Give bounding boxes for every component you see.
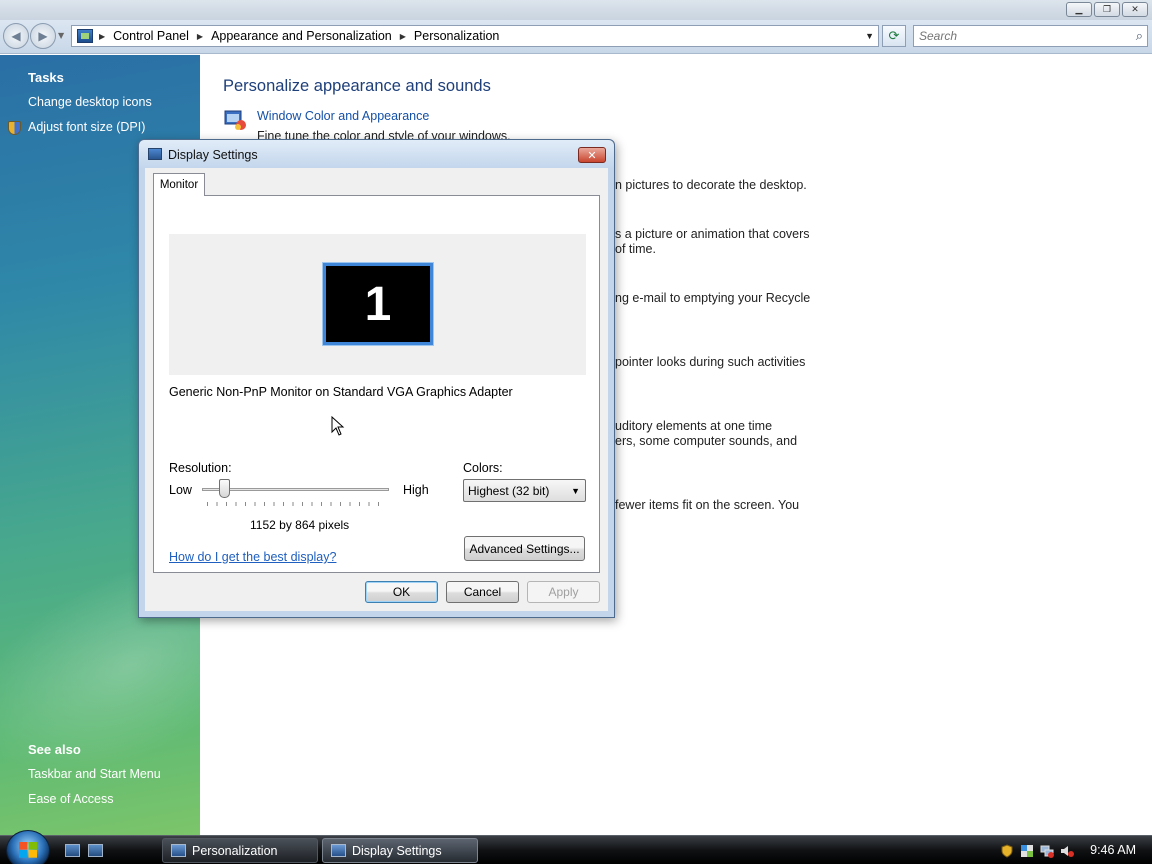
dialog-close-button[interactable]: ✕	[578, 147, 606, 163]
caption-buttons: ▁ ❐ ✕	[1066, 2, 1148, 17]
page-title: Personalize appearance and sounds	[223, 77, 491, 95]
resolution-label: Resolution:	[169, 461, 232, 475]
volume-muted-icon[interactable]	[1060, 844, 1074, 858]
search-icon[interactable]: ⌕	[1136, 29, 1143, 44]
breadcrumb-control-panel[interactable]: Control Panel	[113, 29, 189, 43]
monitor-name: Generic Non-PnP Monitor on Standard VGA …	[169, 385, 513, 399]
monitor-1-tile[interactable]: 1	[322, 262, 434, 346]
resolution-slider-thumb[interactable]	[219, 479, 230, 498]
see-also-heading: See also	[28, 742, 81, 757]
refresh-button[interactable]: ⟳	[882, 25, 906, 47]
item-desc-fragment: of time.	[615, 242, 656, 256]
control-panel-icon	[171, 844, 186, 857]
advanced-settings-button[interactable]: Advanced Settings...	[464, 536, 585, 561]
see-also-ease-of-access[interactable]: Ease of Access	[28, 792, 113, 806]
item-desc-fragment: s a picture or animation that covers	[615, 227, 810, 241]
taskbar-display-settings-label: Display Settings	[352, 843, 442, 858]
address-bar[interactable]: ▶ Control Panel ▶ Appearance and Persona…	[71, 25, 879, 47]
item-desc-fragment: ers, some computer sounds, and	[615, 434, 798, 448]
control-panel-icon	[77, 29, 93, 43]
dialog-title: Display Settings	[168, 148, 258, 162]
display-settings-icon	[331, 844, 346, 857]
minimize-button[interactable]: ▁	[1066, 2, 1092, 17]
taskbar-personalization-label: Personalization	[192, 843, 278, 858]
close-icon: ✕	[587, 148, 597, 162]
ok-button[interactable]: OK	[365, 581, 438, 603]
task-adjust-font-size[interactable]: Adjust font size (DPI)	[28, 120, 145, 134]
item-desc-fragment: pointer looks during such activities	[615, 355, 806, 369]
breadcrumb-appearance[interactable]: Appearance and Personalization	[211, 29, 392, 43]
colors-selected-value: Highest (32 bit)	[468, 483, 550, 498]
close-window-button[interactable]: ✕	[1122, 2, 1148, 17]
taskbar-personalization[interactable]: Personalization	[162, 838, 318, 863]
window-color-icon	[224, 110, 246, 130]
back-arrow-icon: ◀	[11, 29, 21, 43]
taskbar-display-settings[interactable]: Display Settings	[322, 838, 478, 863]
display-settings-icon	[148, 148, 162, 160]
resolution-value: 1152 by 864 pixels	[250, 518, 350, 532]
windows-sidebar-icon[interactable]	[1020, 844, 1034, 858]
address-dropdown-icon[interactable]: ▼	[865, 31, 874, 41]
see-also-taskbar-start-menu[interactable]: Taskbar and Start Menu	[28, 767, 161, 781]
breadcrumb-personalization[interactable]: Personalization	[414, 29, 499, 43]
chevron-right-icon[interactable]: ▶	[197, 32, 203, 41]
dialog-titlebar[interactable]: Display Settings ✕	[139, 140, 614, 168]
display-settings-dialog: Display Settings ✕ Monitor 1 Generic Non…	[138, 139, 615, 618]
network-disconnected-icon[interactable]	[1040, 844, 1054, 858]
window-titlebar: ▁ ❐ ✕	[0, 0, 1152, 20]
item-desc-fragment: n pictures to decorate the desktop.	[615, 178, 807, 192]
slider-ticks	[207, 502, 387, 506]
taskbar: Personalization Display Settings 9:46 AM	[0, 830, 1152, 864]
tasks-heading: Tasks	[28, 70, 64, 85]
monitor-tab-panel: 1 Generic Non-PnP Monitor on Standard VG…	[153, 195, 600, 573]
colors-label: Colors:	[463, 461, 503, 475]
taskbar-clock[interactable]: 9:46 AM	[1090, 843, 1136, 857]
chevron-right-icon[interactable]: ▶	[400, 32, 406, 41]
resolution-slider-track[interactable]	[202, 488, 389, 491]
item-desc-fragment: fewer items fit on the screen. You	[615, 498, 800, 512]
chevron-down-icon: ▼	[571, 485, 580, 496]
back-button[interactable]: ◀	[3, 23, 29, 49]
item-desc-fragment: uditory elements at one time	[615, 419, 773, 433]
show-desktop-icon[interactable]	[65, 844, 80, 857]
colors-dropdown[interactable]: Highest (32 bit) ▼	[463, 479, 586, 502]
item-desc-fragment: ng e-mail to emptying your Recycle	[615, 291, 811, 305]
uac-shield-icon	[8, 121, 21, 135]
windows-logo-icon	[19, 842, 37, 858]
high-label: High	[403, 483, 429, 497]
forward-button[interactable]: ▶	[30, 23, 56, 49]
chevron-right-icon[interactable]: ▶	[99, 32, 105, 41]
low-label: Low	[169, 483, 192, 497]
dialog-body: Monitor 1 Generic Non-PnP Monitor on Sta…	[145, 168, 608, 611]
refresh-icon: ⟳	[888, 28, 900, 44]
security-shield-icon[interactable]	[1000, 843, 1014, 858]
search-input[interactable]	[919, 29, 1119, 43]
task-change-desktop-icons[interactable]: Change desktop icons	[28, 95, 152, 109]
address-bar-row: ◀ ▶ ▼ ▶ Control Panel ▶ Appearance and P…	[0, 20, 1152, 54]
cancel-button[interactable]: Cancel	[446, 581, 519, 603]
mouse-cursor-icon	[331, 416, 345, 436]
switch-windows-icon[interactable]	[88, 844, 103, 857]
best-display-help-link[interactable]: How do I get the best display?	[169, 550, 336, 564]
start-button[interactable]	[6, 830, 50, 864]
recent-pages-dropdown[interactable]: ▼	[58, 31, 64, 40]
forward-arrow-icon: ▶	[38, 29, 48, 43]
window-color-appearance-link[interactable]: Window Color and Appearance	[257, 109, 429, 123]
apply-button[interactable]: Apply	[527, 581, 600, 603]
monitor-arrangement-area: 1	[169, 234, 586, 375]
search-box[interactable]: ⌕	[913, 25, 1148, 47]
restore-button[interactable]: ❐	[1094, 2, 1120, 17]
tab-monitor[interactable]: Monitor	[153, 173, 205, 196]
